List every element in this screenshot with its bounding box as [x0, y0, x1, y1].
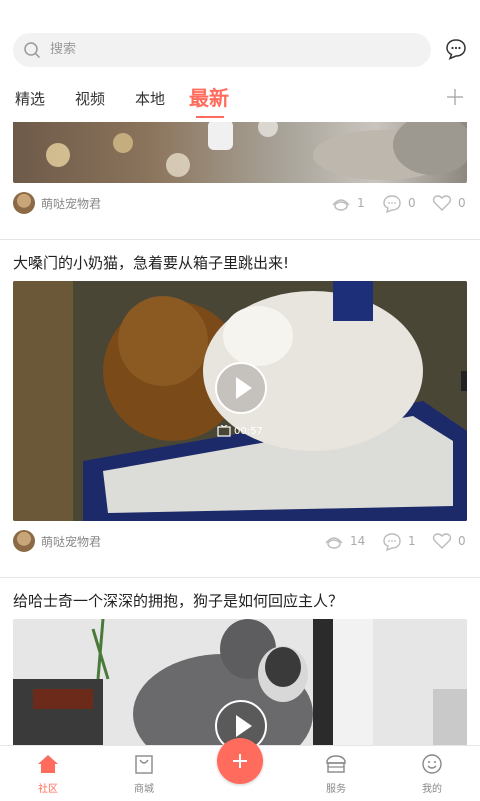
eye-icon: [325, 537, 343, 549]
tab-latest[interactable]: 最新: [189, 82, 229, 111]
message-icon[interactable]: [445, 38, 467, 60]
author-name[interactable]: 萌哒宠物君: [41, 195, 101, 212]
comments-count: 0: [408, 196, 416, 210]
eye-icon: [332, 199, 350, 211]
video-duration: 00:57: [234, 426, 263, 437]
divider: [0, 239, 480, 240]
post-image-art: [46, 115, 467, 180]
active-tab-indicator: [196, 116, 224, 118]
heart-icon: [432, 533, 452, 549]
nav-label: 我的: [422, 784, 442, 795]
nav-me[interactable]: 我的: [392, 746, 472, 801]
post-meta: 萌哒宠物君 14 1 0: [13, 530, 467, 554]
search-icon: [24, 42, 41, 59]
divider: [0, 577, 480, 578]
comment-icon: [383, 195, 401, 213]
tv-icon: [217, 425, 231, 437]
nav-label: 社区: [38, 784, 58, 795]
nav-community[interactable]: 社区: [8, 746, 88, 801]
top-bar: 搜索 精选 视频 本地 最新: [0, 0, 480, 122]
likes-count: 0: [458, 534, 466, 548]
post-video[interactable]: [13, 619, 467, 749]
likes-count: 0: [458, 196, 466, 210]
add-tab-icon[interactable]: [446, 88, 464, 106]
play-button[interactable]: [215, 362, 267, 414]
nav-label: 服务: [326, 784, 346, 795]
nav-label: 商城: [134, 784, 154, 795]
author-avatar[interactable]: [13, 530, 35, 552]
search-placeholder: 搜索: [50, 42, 77, 57]
tab-featured[interactable]: 精选: [15, 88, 45, 109]
search-bar[interactable]: 搜索: [13, 33, 431, 67]
nav-mall[interactable]: 商城: [104, 746, 184, 801]
smile-icon: [422, 754, 442, 774]
home-icon: [38, 755, 58, 773]
tab-local[interactable]: 本地: [135, 88, 165, 109]
views-count: 1: [357, 196, 365, 210]
author-name[interactable]: 萌哒宠物君: [41, 533, 101, 550]
post-meta: 萌哒宠物君 1 0 0: [13, 192, 467, 216]
comments-count: 1: [408, 534, 416, 548]
heart-icon: [432, 195, 452, 211]
author-avatar[interactable]: [13, 192, 35, 214]
comment-icon: [383, 533, 401, 551]
shop-icon: [326, 755, 346, 773]
post-video[interactable]: 00:57: [13, 281, 467, 521]
nav-service[interactable]: 服务: [296, 746, 376, 801]
create-post-button[interactable]: [217, 738, 263, 784]
category-tabs: 精选 视频 本地 最新: [0, 78, 480, 118]
views-count: 14: [350, 534, 366, 548]
post-image[interactable]: [13, 115, 467, 183]
bottom-nav: 社区 商城 服务 我的: [0, 738, 480, 801]
tab-video[interactable]: 视频: [75, 88, 105, 109]
shopping-bag-icon: [135, 755, 153, 774]
post-title[interactable]: 给哈士奇一个深深的拥抱，狗子是如何回应主人？: [13, 590, 343, 611]
post-title[interactable]: 大嗓门的小奶猫，急着要从箱子里跳出来!: [13, 252, 289, 273]
